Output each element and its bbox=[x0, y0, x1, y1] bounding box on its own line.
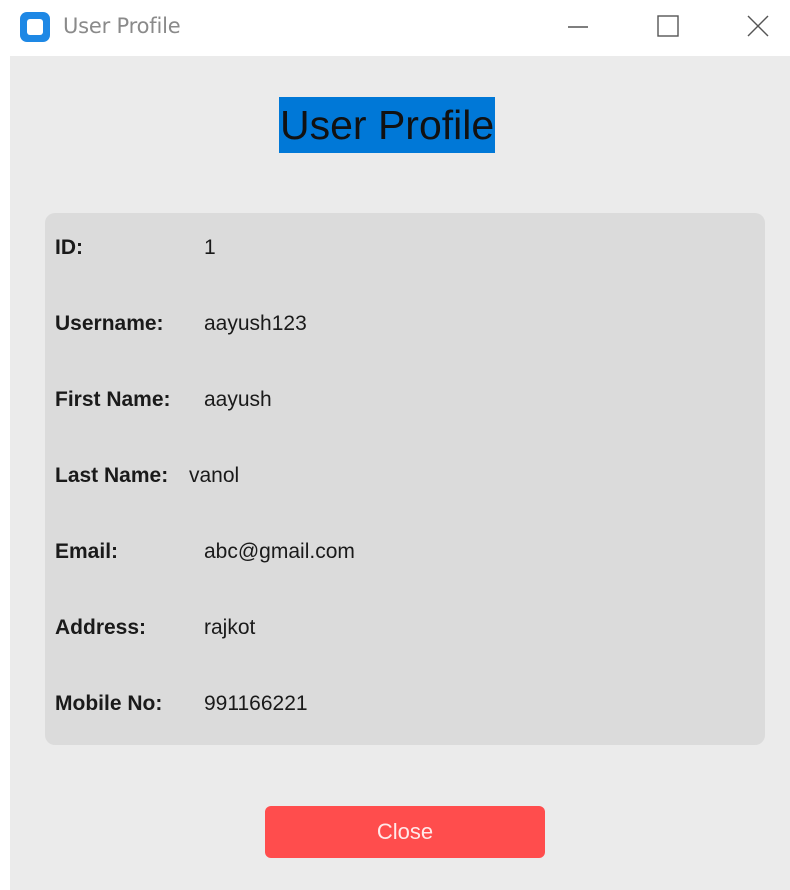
client-area: User Profile ID: 1 Username: aayush123 F… bbox=[10, 56, 790, 890]
field-label: Last Name: bbox=[55, 464, 169, 487]
minimize-button[interactable] bbox=[555, 0, 601, 52]
field-value: aayush bbox=[204, 388, 272, 411]
field-value: vanol bbox=[189, 464, 240, 487]
field-value: rajkot bbox=[204, 616, 256, 639]
field-value: aayush123 bbox=[204, 312, 307, 335]
close-button[interactable]: Close bbox=[265, 806, 545, 858]
field-row-email: Email: abc@gmail.com bbox=[45, 537, 765, 567]
maximize-icon bbox=[657, 15, 679, 37]
field-row-mobile: Mobile No: 991166221 bbox=[45, 689, 765, 719]
field-label: Address: bbox=[55, 616, 147, 639]
field-value: 991166221 bbox=[204, 692, 308, 715]
field-value: abc@gmail.com bbox=[204, 540, 355, 563]
field-row-address: Address: rajkot bbox=[45, 613, 765, 643]
field-row-first-name: First Name: aayush bbox=[45, 385, 765, 415]
field-label: ID: bbox=[55, 236, 83, 259]
app-window-icon bbox=[20, 12, 50, 42]
close-icon bbox=[747, 15, 769, 37]
field-row-last-name: Last Name: vanol bbox=[45, 461, 765, 491]
title-bar[interactable]: User Profile bbox=[0, 0, 790, 56]
window-title: User Profile bbox=[63, 14, 181, 38]
page-title: User Profile bbox=[279, 97, 496, 153]
field-label: Email: bbox=[55, 540, 119, 563]
profile-card: ID: 1 Username: aayush123 First Name: aa… bbox=[45, 213, 765, 745]
field-row-id: ID: 1 bbox=[45, 233, 765, 263]
field-value: 1 bbox=[204, 236, 216, 259]
field-label: Mobile No: bbox=[55, 692, 163, 715]
field-label: First Name: bbox=[55, 388, 171, 411]
close-window-button[interactable] bbox=[735, 0, 781, 52]
field-row-username: Username: aayush123 bbox=[45, 309, 765, 339]
minimize-icon bbox=[568, 26, 588, 28]
profile-window: User Profile User Profile ID: 1 Username… bbox=[0, 0, 790, 890]
maximize-button[interactable] bbox=[645, 0, 691, 52]
field-label: Username: bbox=[55, 312, 164, 335]
